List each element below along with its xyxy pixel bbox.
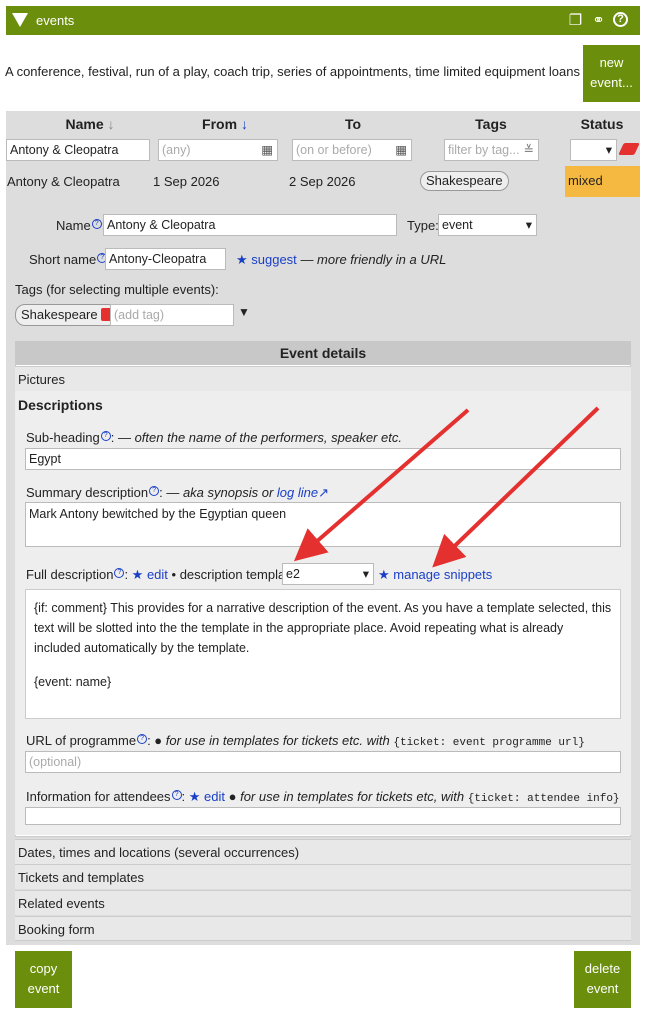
arrow-to-template bbox=[293, 408, 470, 562]
annotation-arrows bbox=[293, 406, 600, 568]
arrow-to-snippets bbox=[432, 406, 600, 568]
